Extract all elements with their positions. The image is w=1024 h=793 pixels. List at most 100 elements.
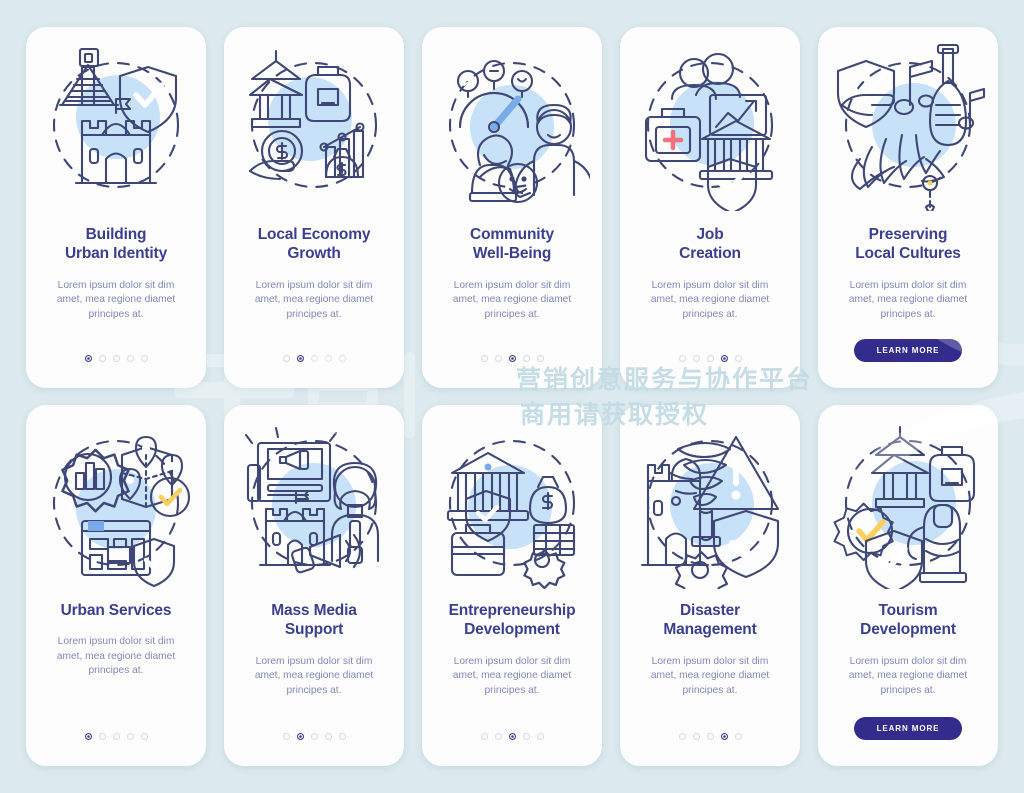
- onboarding-card[interactable]: Local Economy Growth Lorem ipsum dolor si…: [224, 27, 404, 388]
- card-title: Job Creation: [679, 226, 741, 263]
- pagination-dot[interactable]: [98, 733, 106, 740]
- pagination-dot-active[interactable]: [296, 733, 304, 740]
- pagination-dot[interactable]: [494, 355, 502, 362]
- card-title: Disaster Management: [663, 602, 757, 639]
- learn-more-button[interactable]: LEARN MORE: [853, 717, 963, 740]
- pagination-dots: [282, 355, 346, 362]
- pagination-dot-active[interactable]: [720, 733, 728, 740]
- briefcase-bank-growth-icon: [632, 43, 788, 211]
- pagination-dot-active[interactable]: [508, 355, 516, 362]
- card-title: Community Well-Being: [470, 226, 554, 263]
- pagination-dots: [480, 355, 544, 362]
- card-footer: [422, 733, 602, 740]
- card-footer: [620, 355, 800, 362]
- pagination-dot[interactable]: [536, 733, 544, 740]
- card-body-text: Lorem ipsum dolor sit dim amet, mea regi…: [650, 279, 770, 320]
- pagination-dot[interactable]: [678, 733, 686, 740]
- pagination-dot[interactable]: [480, 733, 488, 740]
- pagination-dot[interactable]: [282, 733, 290, 740]
- shield-music-headdress-icon: [830, 43, 986, 211]
- pagination-dot-active[interactable]: [296, 355, 304, 362]
- pagination-dot[interactable]: [522, 355, 530, 362]
- pagination-dot-active[interactable]: [84, 733, 92, 740]
- pagination-dot[interactable]: [338, 733, 346, 740]
- pagination-dots: [282, 733, 346, 740]
- card-title: Local Economy Growth: [257, 226, 371, 263]
- pagination-dots: [84, 355, 148, 362]
- card-footer: LEARN MORE: [818, 339, 998, 362]
- pagination-dot[interactable]: [494, 733, 502, 740]
- card-footer: [26, 355, 206, 362]
- pagination-dot-active[interactable]: [720, 355, 728, 362]
- people-mood-gauge-icon: [434, 43, 590, 211]
- onboarding-screens-board: Building Urban Identity Lorem ipsum dolor…: [0, 0, 1024, 793]
- card-body-text: Lorem ipsum dolor sit dim amet, mea regi…: [848, 279, 968, 320]
- pagination-dot[interactable]: [310, 355, 318, 362]
- pagination-dot[interactable]: [734, 733, 742, 740]
- onboarding-card[interactable]: Community Well-Being Lorem ipsum dolor si…: [422, 27, 602, 388]
- card-body-text: Lorem ipsum dolor sit dim amet, mea regi…: [254, 655, 374, 696]
- onboarding-card[interactable]: Entrepreneurship Development Lorem ipsum …: [422, 405, 602, 766]
- card-title: Entrepreneurship Development: [448, 602, 576, 639]
- onboarding-card[interactable]: Job Creation Lorem ipsum dolor sit dim am…: [620, 27, 800, 388]
- pagination-dot[interactable]: [338, 355, 346, 362]
- card-footer: [224, 355, 404, 362]
- pagination-dot[interactable]: [282, 355, 290, 362]
- card-body-text: Lorem ipsum dolor sit dim amet, mea regi…: [452, 279, 572, 320]
- pagination-dot[interactable]: [480, 355, 488, 362]
- card-footer: [422, 355, 602, 362]
- pagination-dot[interactable]: [678, 355, 686, 362]
- pagination-dot[interactable]: [98, 355, 106, 362]
- pagination-dot[interactable]: [692, 733, 700, 740]
- pagination-dot[interactable]: [734, 355, 742, 362]
- tornado-warning-shield-icon: [632, 421, 788, 589]
- pyramid-castle-shield-icon: [38, 43, 194, 211]
- onboarding-card[interactable]: Tourism Development Lorem ipsum dolor sit…: [818, 405, 998, 766]
- pagination-dot[interactable]: [126, 733, 134, 740]
- card-footer: LEARN MORE: [818, 717, 998, 740]
- card-body-text: Lorem ipsum dolor sit dim amet, mea regi…: [56, 279, 176, 320]
- pagination-dot[interactable]: [536, 355, 544, 362]
- gear-map-blueprint-icon: [38, 421, 194, 589]
- pagination-dot[interactable]: [706, 733, 714, 740]
- onboarding-card[interactable]: Mass Media Support Lorem ipsum dolor sit …: [224, 405, 404, 766]
- card-body-text: Lorem ipsum dolor sit dim amet, mea regi…: [254, 279, 374, 320]
- pagoda-backpack-statue-gear-icon: [830, 421, 986, 589]
- pagination-dot[interactable]: [112, 733, 120, 740]
- pagoda-money-chart-icon: [236, 43, 392, 211]
- card-body-text: Lorem ipsum dolor sit dim amet, mea regi…: [650, 655, 770, 696]
- pagination-dot-active[interactable]: [84, 355, 92, 362]
- pagination-dot[interactable]: [112, 355, 120, 362]
- pagination-dot-active[interactable]: [508, 733, 516, 740]
- newspaper-megaphone-reporter-icon: [236, 421, 392, 589]
- pagination-dot[interactable]: [140, 733, 148, 740]
- onboarding-card[interactable]: Preserving Local Cultures Lorem ipsum dol…: [818, 27, 998, 388]
- pagination-dot[interactable]: [324, 733, 332, 740]
- pagination-dot[interactable]: [522, 733, 530, 740]
- pagination-dots: [84, 733, 148, 740]
- onboarding-card[interactable]: Urban Services Lorem ipsum dolor sit dim …: [26, 405, 206, 766]
- card-footer: [26, 733, 206, 740]
- pagination-dot[interactable]: [126, 355, 134, 362]
- card-title: Building Urban Identity: [64, 226, 168, 263]
- pagination-dots: [480, 733, 544, 740]
- pagination-dots: [678, 733, 742, 740]
- learn-more-button[interactable]: LEARN MORE: [853, 339, 963, 362]
- pagination-dot[interactable]: [140, 355, 148, 362]
- card-body-text: Lorem ipsum dolor sit dim amet, mea regi…: [848, 655, 968, 696]
- pagination-dot[interactable]: [706, 355, 714, 362]
- pagination-dots: [678, 355, 742, 362]
- onboarding-card[interactable]: Building Urban Identity Lorem ipsum dolor…: [26, 27, 206, 388]
- pagination-dot[interactable]: [324, 355, 332, 362]
- bank-moneybag-briefcase-icon: [434, 421, 590, 589]
- card-title: Tourism Development: [860, 602, 956, 639]
- card-footer: [620, 733, 800, 740]
- card-body-text: Lorem ipsum dolor sit dim amet, mea regi…: [56, 636, 176, 677]
- card-body-text: Lorem ipsum dolor sit dim amet, mea regi…: [452, 655, 572, 696]
- card-title: Mass Media Support: [271, 602, 357, 639]
- card-footer: [224, 733, 404, 740]
- card-title: Preserving Local Cultures: [855, 226, 961, 263]
- pagination-dot[interactable]: [310, 733, 318, 740]
- onboarding-card[interactable]: Disaster Management Lorem ipsum dolor sit…: [620, 405, 800, 766]
- pagination-dot[interactable]: [692, 355, 700, 362]
